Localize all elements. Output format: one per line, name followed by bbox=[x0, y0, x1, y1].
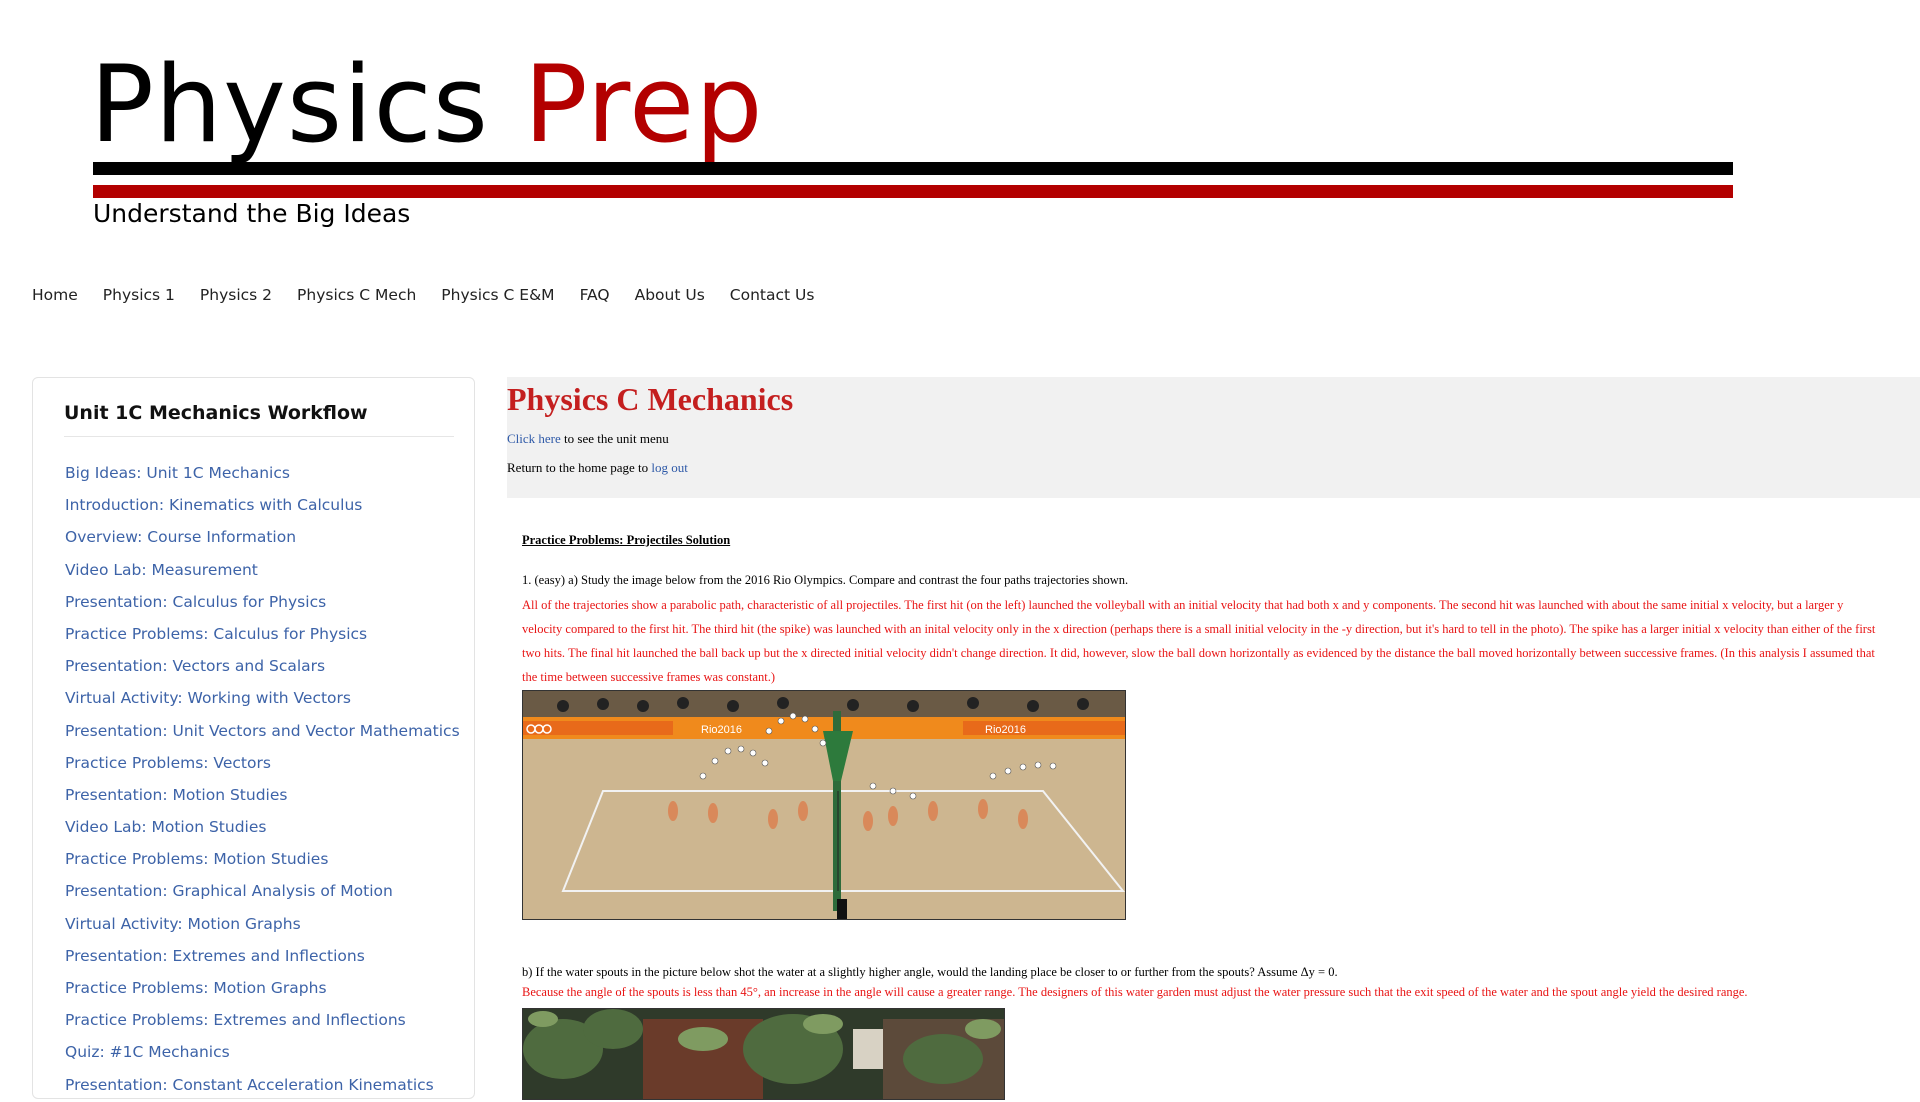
sidebar-link[interactable]: Presentation: Motion Studies bbox=[65, 786, 287, 804]
logo-word-physics: Physics bbox=[90, 43, 490, 166]
sidebar-link[interactable]: Practice Problems: Motion Studies bbox=[65, 850, 328, 868]
sidebar-workflow: Unit 1C Mechanics Workflow Big Ideas: Un… bbox=[32, 377, 475, 1099]
unit-menu-link[interactable]: Click here bbox=[507, 431, 561, 446]
sidebar-item: Video Lab: Motion Studies bbox=[65, 811, 460, 843]
logo-word-prep: Prep bbox=[523, 43, 764, 166]
sidebar-link[interactable]: Practice Problems: Calculus for Physics bbox=[65, 625, 367, 643]
banner-text-2: Rio2016 bbox=[985, 724, 1026, 736]
volleyball-photo-art: Rio2016 Rio2016 bbox=[523, 691, 1125, 919]
sidebar-item: Video Lab: Measurement bbox=[65, 554, 460, 586]
nav-physics-1[interactable]: Physics 1 bbox=[103, 286, 175, 304]
nav-contact-us[interactable]: Contact Us bbox=[730, 286, 815, 304]
sidebar-item: Presentation: Graphical Analysis of Moti… bbox=[65, 875, 460, 907]
sidebar-link[interactable]: Overview: Course Information bbox=[65, 528, 296, 546]
unit-menu-line: Click here to see the unit menu bbox=[507, 431, 669, 447]
logo-black-bar bbox=[93, 162, 1733, 175]
sidebar-item: Presentation: Constant Acceleration Kine… bbox=[65, 1069, 460, 1101]
sidebar-link[interactable]: Presentation: Vectors and Scalars bbox=[65, 657, 325, 675]
page-header: Physics C Mechanics Click here to see th… bbox=[507, 377, 1920, 498]
sidebar-list: Big Ideas: Unit 1C Mechanics Introductio… bbox=[65, 457, 460, 1101]
sidebar-link[interactable]: Video Lab: Measurement bbox=[65, 561, 258, 579]
sidebar-item: Practice Problems: Vectors bbox=[65, 747, 460, 779]
sidebar-link[interactable]: Virtual Activity: Working with Vectors bbox=[65, 689, 351, 707]
page-title: Physics C Mechanics bbox=[507, 381, 794, 417]
sidebar-item: Virtual Activity: Motion Graphs bbox=[65, 908, 460, 940]
sidebar-item: Practice Problems: Motion Graphs bbox=[65, 972, 460, 1004]
nav-physics-c-em[interactable]: Physics C E&M bbox=[441, 286, 554, 304]
nav-faq[interactable]: FAQ bbox=[580, 286, 610, 304]
logo-tagline: Understand the Big Ideas bbox=[93, 199, 411, 228]
sidebar-item: Presentation: Extremes and Inflections bbox=[65, 940, 460, 972]
return-line: Return to the home page to log out bbox=[507, 460, 688, 476]
sidebar-link[interactable]: Presentation: Extremes and Inflections bbox=[65, 947, 365, 965]
sidebar-link[interactable]: Quiz: #1C Mechanics bbox=[65, 1043, 230, 1061]
banner-text-1: Rio2016 bbox=[701, 724, 742, 736]
site-logo[interactable]: Physics Prep Understand the Big Ideas bbox=[90, 45, 1750, 235]
sidebar-link[interactable]: Introduction: Kinematics with Calculus bbox=[65, 496, 362, 514]
sidebar-link[interactable]: Practice Problems: Vectors bbox=[65, 754, 271, 772]
logout-link[interactable]: log out bbox=[651, 460, 687, 475]
sidebar-link[interactable]: Video Lab: Motion Studies bbox=[65, 818, 266, 836]
water-garden-photo-art bbox=[523, 1009, 1004, 1099]
sidebar-link[interactable]: Presentation: Constant Acceleration Kine… bbox=[65, 1076, 434, 1094]
sidebar-item: Presentation: Motion Studies bbox=[65, 779, 460, 811]
nav-about-us[interactable]: About Us bbox=[635, 286, 705, 304]
answer-1a: All of the trajectories show a parabolic… bbox=[522, 598, 1876, 684]
nav-physics-2[interactable]: Physics 2 bbox=[200, 286, 272, 304]
sidebar-link[interactable]: Presentation: Calculus for Physics bbox=[65, 593, 326, 611]
sidebar-item: Presentation: Vectors and Scalars bbox=[65, 650, 460, 682]
unit-menu-text: to see the unit menu bbox=[560, 431, 669, 446]
water-garden-photo bbox=[522, 1008, 1005, 1100]
sidebar-title: Unit 1C Mechanics Workflow bbox=[64, 402, 454, 437]
sidebar-link[interactable]: Presentation: Graphical Analysis of Moti… bbox=[65, 882, 393, 900]
sidebar-link[interactable]: Big Ideas: Unit 1C Mechanics bbox=[65, 464, 290, 482]
sidebar-link[interactable]: Practice Problems: Extremes and Inflecti… bbox=[65, 1011, 406, 1029]
question-1b: b) If the water spouts in the picture be… bbox=[522, 965, 1338, 979]
main-nav: Home Physics 1 Physics 2 Physics C Mech … bbox=[32, 286, 814, 304]
sidebar-item: Presentation: Calculus for Physics bbox=[65, 586, 460, 618]
sidebar-item: Virtual Activity: Working with Vectors bbox=[65, 682, 460, 714]
return-text: Return to the home page to bbox=[507, 460, 652, 475]
sidebar-item: Presentation: Unit Vectors and Vector Ma… bbox=[65, 715, 460, 747]
sidebar-item: Big Ideas: Unit 1C Mechanics bbox=[65, 457, 460, 489]
sidebar-item: Practice Problems: Calculus for Physics bbox=[65, 618, 460, 650]
logo-red-bar bbox=[93, 185, 1733, 198]
sidebar-item: Practice Problems: Extremes and Inflecti… bbox=[65, 1004, 460, 1036]
answer-1b: Because the angle of the spouts is less … bbox=[522, 985, 1748, 999]
section-title: Practice Problems: Projectiles Solution bbox=[522, 533, 731, 547]
logo-title: Physics Prep bbox=[90, 45, 764, 165]
sidebar-link[interactable]: Presentation: Unit Vectors and Vector Ma… bbox=[65, 722, 460, 740]
nav-home[interactable]: Home bbox=[32, 286, 78, 304]
sidebar-item: Quiz: #1C Mechanics bbox=[65, 1036, 460, 1068]
sidebar-link[interactable]: Practice Problems: Motion Graphs bbox=[65, 979, 327, 997]
volleyball-photo: Rio2016 Rio2016 bbox=[522, 690, 1126, 920]
sidebar-item: Overview: Course Information bbox=[65, 521, 460, 553]
question-1a: 1. (easy) a) Study the image below from … bbox=[522, 573, 1129, 587]
sidebar-item: Introduction: Kinematics with Calculus bbox=[65, 489, 460, 521]
nav-physics-c-mech[interactable]: Physics C Mech bbox=[297, 286, 416, 304]
sidebar-item: Practice Problems: Motion Studies bbox=[65, 843, 460, 875]
sidebar-link[interactable]: Virtual Activity: Motion Graphs bbox=[65, 915, 301, 933]
